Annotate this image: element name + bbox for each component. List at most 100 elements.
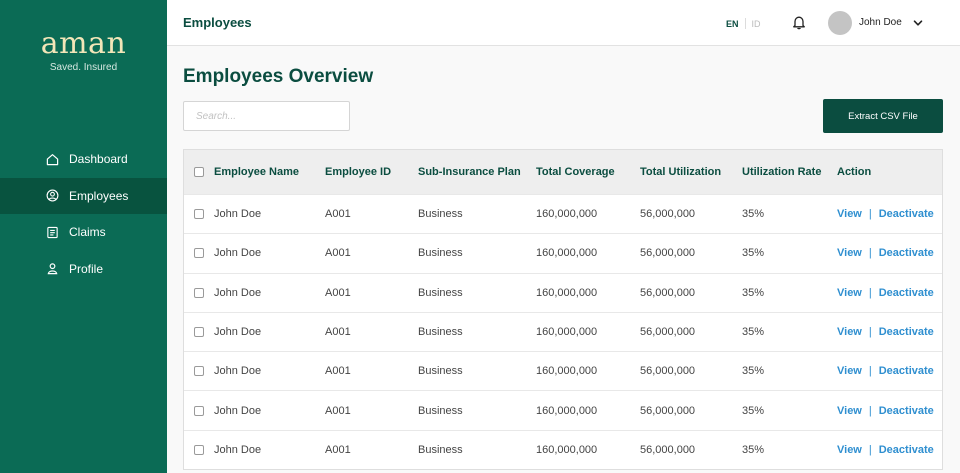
view-link[interactable]: View: [837, 326, 862, 338]
view-link[interactable]: View: [837, 208, 862, 220]
sidebar-item-label: Dashboard: [69, 152, 128, 167]
bell-icon[interactable]: [792, 15, 806, 30]
table-row: John Doe A001 Business 160,000,000 56,00…: [184, 272, 942, 312]
user-name[interactable]: John Doe: [859, 17, 902, 28]
brand-logo[interactable]: aman Saved. Insured: [0, 26, 167, 73]
employee-id: A001: [325, 326, 351, 339]
deactivate-link[interactable]: Deactivate: [879, 287, 934, 299]
column-header[interactable]: Employee ID: [325, 166, 391, 178]
column-header[interactable]: Total Utilization: [640, 166, 721, 178]
insurance-plan: Business: [418, 326, 463, 339]
employee-name: John Doe: [214, 208, 262, 221]
action-separator: |: [868, 208, 872, 221]
employee-id: A001: [325, 247, 351, 260]
table-row: John Doe A001 Business 160,000,000 56,00…: [184, 311, 942, 351]
insurance-plan: Business: [418, 208, 463, 221]
action-separator: |: [868, 326, 872, 339]
view-link[interactable]: View: [837, 287, 862, 299]
table-row: John Doe A001 Business 160,000,000 56,00…: [184, 233, 942, 272]
employee-id: A001: [325, 404, 351, 417]
employees-table: Employee Name Employee ID Sub-Insurance …: [183, 149, 943, 471]
column-header[interactable]: Utilization Rate: [742, 166, 821, 178]
deactivate-link[interactable]: Deactivate: [879, 326, 934, 338]
avatar[interactable]: [828, 11, 852, 35]
action-separator: |: [868, 443, 872, 456]
sidebar-item-employees[interactable]: Employees: [0, 177, 167, 214]
lang-id-option[interactable]: ID: [752, 19, 761, 29]
total-utilization: 56,000,000: [640, 208, 696, 221]
action-separator: |: [868, 365, 872, 378]
select-all-checkbox[interactable]: [194, 167, 204, 177]
insurance-plan: Business: [418, 365, 463, 378]
sidebar-item-label: Claims: [69, 225, 106, 240]
page-title: Employees Overview: [183, 66, 374, 87]
sidebar-item-dashboard[interactable]: Dashboard: [0, 141, 167, 178]
employee-name: John Doe: [214, 286, 262, 299]
language-switcher: EN ID: [726, 18, 761, 29]
logo-wordmark: aman: [40, 26, 127, 61]
table-row: John Doe A001 Business 160,000,000 56,00…: [184, 429, 942, 469]
deactivate-link[interactable]: Deactivate: [879, 444, 934, 456]
home-icon: [46, 153, 59, 165]
total-coverage: 160,000,000: [536, 286, 598, 299]
utilization-rate: 35%: [742, 326, 765, 339]
row-checkbox[interactable]: [194, 248, 204, 259]
view-link[interactable]: View: [837, 405, 862, 417]
deactivate-link[interactable]: Deactivate: [879, 405, 934, 417]
lang-en-option[interactable]: EN: [726, 19, 739, 29]
sidebar-item-profile[interactable]: Profile: [0, 251, 167, 288]
sidebar: aman Saved. Insured Dashboard Employees …: [0, 0, 167, 473]
utilization-rate: 35%: [742, 404, 765, 417]
table-row: John Doe A001 Business 160,000,000 56,00…: [184, 390, 942, 429]
employee-id: A001: [325, 286, 351, 299]
employee-id: A001: [325, 208, 351, 221]
utilization-rate: 35%: [742, 208, 765, 221]
column-header[interactable]: Employee Name: [214, 166, 299, 178]
row-checkbox[interactable]: [194, 366, 204, 377]
row-actions: View | Deactivate: [837, 365, 934, 377]
employee-name: John Doe: [214, 443, 262, 456]
sidebar-item-label: Employees: [69, 188, 129, 203]
column-header[interactable]: Sub-Insurance Plan: [418, 166, 521, 178]
extract-csv-button[interactable]: Extract CSV File: [823, 99, 943, 133]
column-header: Action: [837, 166, 872, 178]
deactivate-link[interactable]: Deactivate: [879, 208, 934, 220]
sidebar-item-claims[interactable]: Claims: [0, 214, 167, 251]
column-header[interactable]: Total Coverage: [536, 166, 615, 178]
row-checkbox[interactable]: [194, 287, 204, 298]
row-checkbox[interactable]: [194, 405, 204, 416]
table-row: John Doe A001 Business 160,000,000 56,00…: [184, 351, 942, 390]
row-checkbox[interactable]: [194, 209, 204, 220]
total-coverage: 160,000,000: [536, 365, 598, 378]
action-separator: |: [868, 247, 872, 260]
insurance-plan: Business: [418, 404, 463, 417]
row-checkbox[interactable]: [194, 444, 204, 455]
person-icon: [47, 263, 58, 275]
chevron-down-icon[interactable]: [912, 17, 924, 29]
employee-id: A001: [325, 365, 351, 378]
total-coverage: 160,000,000: [536, 326, 598, 339]
document-icon: [47, 226, 58, 238]
deactivate-link[interactable]: Deactivate: [879, 247, 934, 259]
row-actions: View | Deactivate: [837, 247, 934, 259]
utilization-rate: 35%: [742, 443, 765, 456]
sidebar-nav: Dashboard Employees Claims Profile: [0, 141, 167, 287]
row-actions: View | Deactivate: [837, 405, 934, 417]
insurance-plan: Business: [418, 286, 463, 299]
search-input[interactable]: [183, 101, 350, 131]
row-actions: View | Deactivate: [837, 326, 934, 338]
insurance-plan: Business: [418, 247, 463, 260]
sidebar-item-label: Profile: [69, 261, 104, 276]
total-utilization: 56,000,000: [640, 365, 696, 378]
employee-name: John Doe: [214, 365, 262, 378]
row-actions: View | Deactivate: [837, 287, 934, 299]
employee-name: John Doe: [214, 326, 262, 339]
insurance-plan: Business: [418, 443, 463, 456]
total-utilization: 56,000,000: [640, 443, 696, 456]
view-link[interactable]: View: [837, 444, 862, 456]
top-bar: Employees EN ID John Doe: [167, 0, 960, 46]
view-link[interactable]: View: [837, 247, 862, 259]
deactivate-link[interactable]: Deactivate: [879, 365, 934, 377]
view-link[interactable]: View: [837, 365, 862, 377]
row-checkbox[interactable]: [194, 327, 204, 338]
